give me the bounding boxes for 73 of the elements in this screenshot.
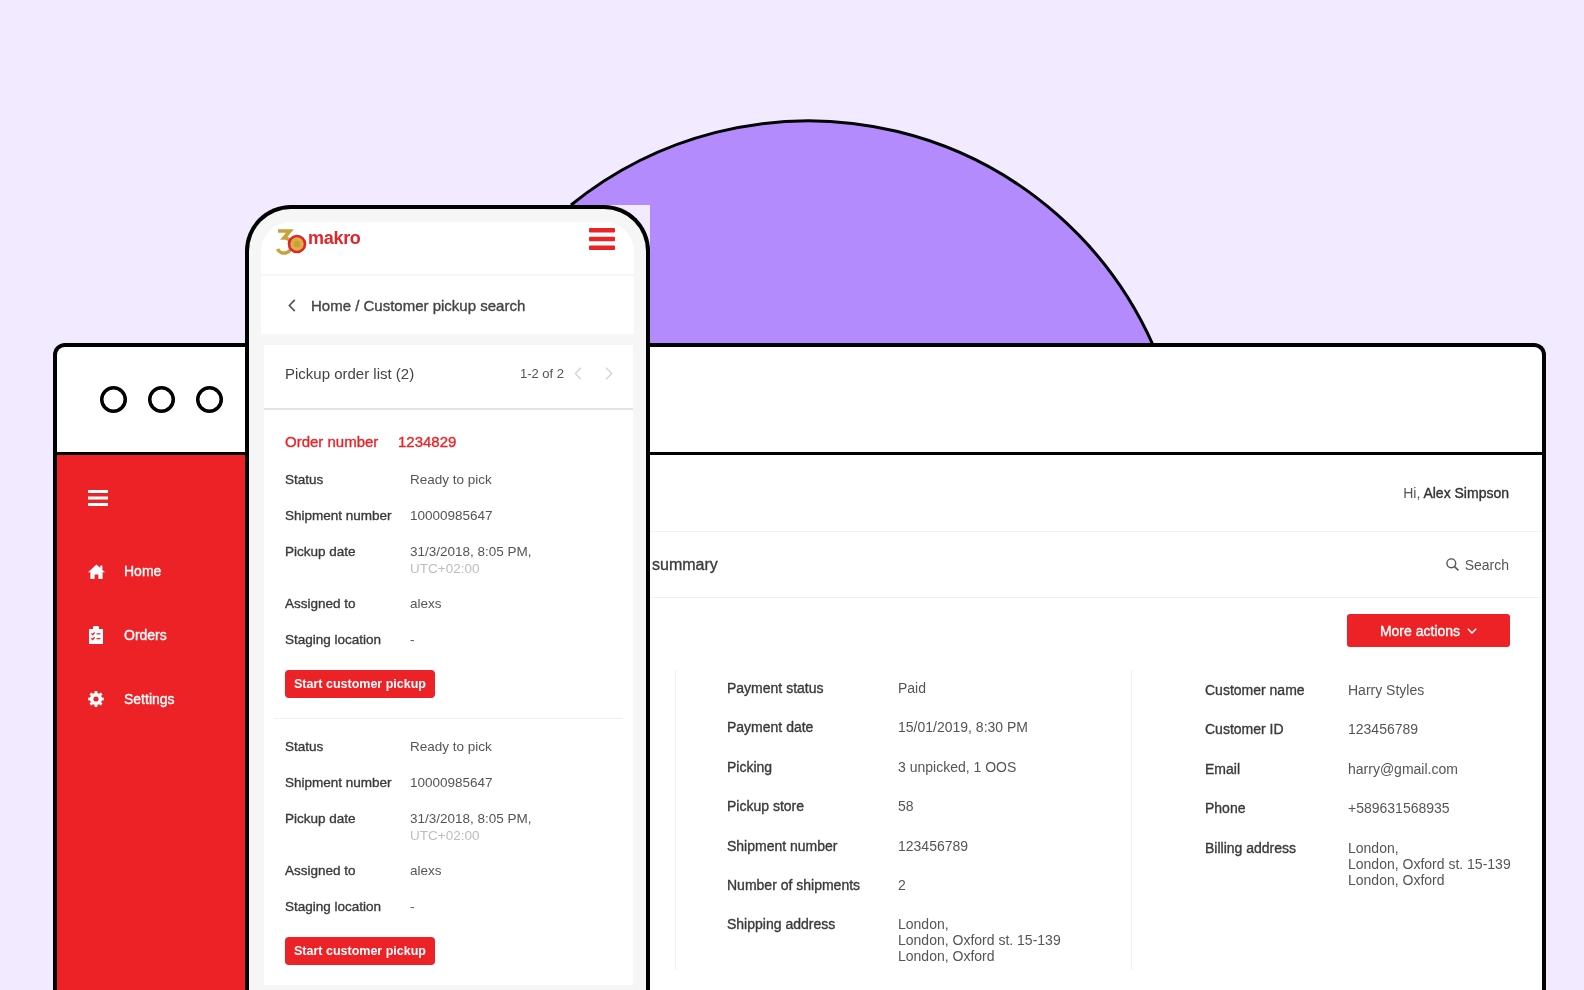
- field-value: alexs: [410, 862, 442, 880]
- field-label: Customer name: [1205, 681, 1306, 699]
- field-label: Staging location: [285, 898, 383, 916]
- field-value: 15/01/2019, 8:30 PM: [898, 718, 1028, 736]
- field-label: Number of shipments: [727, 875, 862, 894]
- greeting-text: Hi, Alex Simpson: [1403, 485, 1509, 501]
- field-value: 10000985647: [410, 507, 493, 525]
- logo-text: makro: [308, 227, 361, 248]
- field-value: Ready to pick: [410, 471, 492, 489]
- field-label: Picking: [727, 757, 774, 776]
- logo-icon: [275, 226, 307, 255]
- field-label: Status: [285, 738, 325, 756]
- field-value: 123456789: [1348, 720, 1419, 738]
- page-title: summary: [652, 555, 718, 574]
- window-control-icon[interactable]: [148, 386, 175, 413]
- start-pickup-button[interactable]: Start customer pickup: [285, 670, 435, 698]
- search-button[interactable]: Search: [1445, 556, 1509, 573]
- field-label: Staging location: [285, 631, 383, 649]
- field-value: London, London, Oxford st. 15-139 London, Oxford: [898, 915, 1061, 965]
- field-value: Harry Styles: [1348, 681, 1425, 698]
- home-icon: [87, 563, 105, 579]
- field-value: 31/3/2018, 8:05 PM,: [410, 810, 532, 828]
- field-value: 2: [898, 875, 906, 893]
- field-value: +589631568935: [1348, 799, 1450, 817]
- window-control-icon[interactable]: [100, 386, 127, 413]
- field-value: -: [410, 631, 415, 649]
- field-value: 3 unpicked, 1 OOS: [898, 757, 1017, 775]
- chevron-down-icon: [1467, 627, 1478, 634]
- field-label: Shipment number: [727, 836, 839, 855]
- field-value: -: [410, 898, 415, 916]
- field-label: Assigned to: [285, 595, 357, 613]
- field-value: 123456789: [898, 836, 969, 854]
- sidebar-item[interactable]: Settings: [88, 689, 181, 709]
- list-title: Pickup order list (2): [285, 365, 415, 382]
- field-label: Payment status: [727, 679, 825, 697]
- order-number-label: Order number: [285, 433, 380, 451]
- field-label: Payment date: [727, 718, 815, 737]
- more-actions-button[interactable]: More actions: [1347, 614, 1510, 647]
- menu-icon[interactable]: [589, 228, 615, 250]
- field-label: Assigned to: [285, 862, 357, 880]
- menu-icon[interactable]: [88, 490, 108, 506]
- field-value: Paid: [898, 679, 927, 696]
- field-label: Email: [1205, 759, 1241, 778]
- clipboard-icon: [89, 626, 103, 644]
- field-label: Billing address: [1205, 838, 1298, 857]
- window-control-icon[interactable]: [196, 386, 223, 413]
- field-label: Shipping address: [727, 915, 837, 934]
- field-value: Ready to pick: [410, 738, 492, 756]
- search-icon: [1445, 558, 1459, 571]
- sidebar-item[interactable]: Home: [88, 561, 181, 581]
- gear-icon: [88, 691, 104, 707]
- field-label: Shipment number: [285, 507, 393, 525]
- timezone-text: UTC+02:00: [410, 561, 481, 577]
- field-label: Pickup store: [727, 797, 806, 816]
- field-value: 10000985647: [410, 774, 493, 792]
- back-icon[interactable]: [288, 298, 296, 312]
- field-value: London, London, Oxford st. 15-139 London, Oxford: [1348, 838, 1511, 888]
- field-value: alexs: [410, 595, 442, 613]
- pagination-text: 1-2 of 2: [519, 366, 564, 381]
- order-number: 1234829: [398, 433, 457, 451]
- field-value: 31/3/2018, 8:05 PM,: [410, 543, 532, 561]
- breadcrumb-text: Home / Customer pickup search: [311, 296, 526, 314]
- field-label: Customer ID: [1205, 720, 1285, 739]
- field-label: Phone: [1205, 799, 1247, 818]
- field-label: Shipment number: [285, 774, 393, 792]
- timezone-text: UTC+02:00: [410, 828, 481, 844]
- field-value: 58: [898, 797, 914, 815]
- field-label: Status: [285, 471, 325, 489]
- sidebar-item[interactable]: Orders: [88, 625, 181, 645]
- field-value: harry@gmail.com: [1348, 759, 1458, 777]
- field-label: Pickup date: [285, 810, 357, 828]
- start-pickup-button[interactable]: Start customer pickup: [285, 937, 435, 965]
- field-label: Pickup date: [285, 543, 357, 561]
